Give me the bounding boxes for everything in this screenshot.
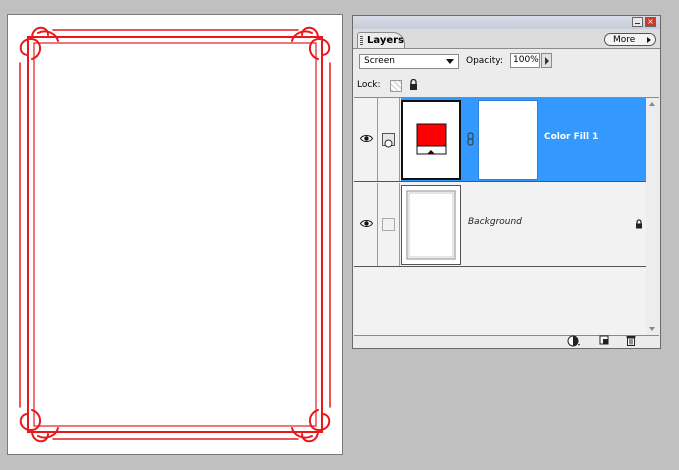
tab-layers-label: Layers	[367, 35, 404, 46]
opacity-label: Opacity:	[466, 56, 503, 66]
panel-bottom-bar	[353, 334, 660, 348]
layer-row-background[interactable]: Background	[354, 183, 646, 267]
column-divider	[399, 98, 400, 181]
minimize-icon[interactable]	[632, 17, 643, 27]
layer-name[interactable]: Background	[468, 217, 522, 227]
layer-thumbnail-background[interactable]	[401, 185, 461, 265]
lock-icon	[636, 219, 642, 229]
layers-scrollbar[interactable]	[646, 98, 659, 335]
opacity-value: 100%	[513, 55, 539, 65]
chain-icon[interactable]	[467, 132, 474, 146]
new-layer-icon[interactable]	[599, 335, 609, 345]
more-button[interactable]: More	[604, 33, 656, 46]
eye-icon[interactable]	[360, 134, 373, 143]
layer-mask-thumbnail[interactable]	[478, 100, 538, 180]
frame-thumbnail-image	[406, 190, 456, 260]
layer-link-toggle[interactable]	[382, 218, 395, 231]
lock-label: Lock:	[357, 80, 381, 90]
brush-icon	[384, 139, 393, 148]
blend-mode-select[interactable]: Screen	[359, 54, 459, 69]
new-fill-layer-icon[interactable]	[567, 335, 581, 347]
close-icon[interactable]: ×	[645, 17, 656, 27]
document-canvas[interactable]	[7, 14, 343, 455]
layer-link-toggle[interactable]	[382, 133, 395, 148]
blend-mode-value: Screen	[364, 56, 395, 66]
decorative-frame-image	[19, 26, 331, 443]
column-divider	[377, 98, 378, 181]
eye-icon[interactable]	[360, 219, 373, 228]
fill-swatch-icon	[416, 123, 447, 155]
chevron-down-icon	[446, 59, 454, 64]
arrow-right-icon	[647, 37, 651, 43]
layers-list: Color Fill 1 Background	[354, 97, 659, 336]
tab-layers[interactable]: Layers	[357, 32, 405, 48]
scroll-down-icon[interactable]	[649, 327, 655, 331]
lock-transparency-icon[interactable]	[390, 80, 402, 92]
opacity-slider-button[interactable]	[541, 53, 552, 68]
scroll-up-icon[interactable]	[649, 102, 655, 106]
lock-icon[interactable]	[409, 79, 418, 90]
tab-row: Layers More	[353, 29, 660, 49]
more-button-label: More	[613, 35, 636, 45]
layers-panel: × Layers More Screen Opacity: 100% Lock:	[352, 15, 661, 349]
column-divider	[399, 183, 400, 266]
layer-thumbnail-fill[interactable]	[401, 100, 461, 180]
layer-row-color-fill[interactable]: Color Fill 1	[354, 98, 646, 182]
trash-icon[interactable]	[626, 335, 636, 346]
grip-icon	[360, 36, 363, 45]
column-divider	[377, 183, 378, 266]
panel-titlebar[interactable]: ×	[353, 16, 660, 29]
opacity-input[interactable]: 100%	[510, 53, 540, 68]
layer-name[interactable]: Color Fill 1	[544, 132, 598, 142]
